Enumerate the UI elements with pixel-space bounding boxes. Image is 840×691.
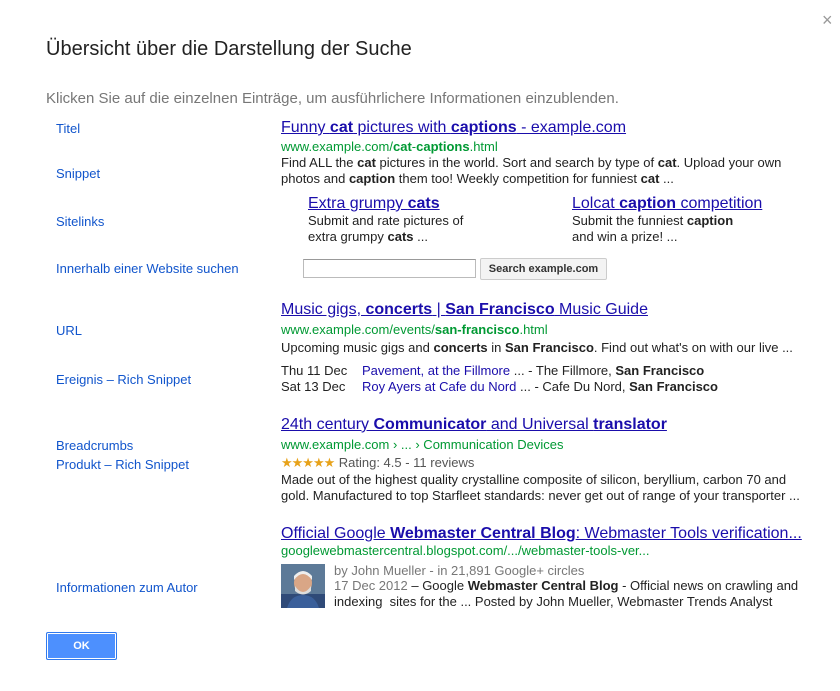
event-row: Thu 11 Dec Pavement, at the Fillmore ... … [281,363,705,378]
sitelink-extra-grumpy-cats: Extra grumpy cats Submit and rate pictur… [308,195,463,245]
label-site-search[interactable]: Innerhalb einer Website suchen [56,261,239,276]
result-url: www.example.com/events/san-francisco.htm… [281,322,548,337]
event-link[interactable]: Pavement, at the Fillmore [362,363,510,378]
label-sitelinks[interactable]: Sitelinks [56,214,104,229]
label-event-rich-snippet[interactable]: Ereignis – Rich Snippet [56,372,191,387]
result-title-webmaster-blog[interactable]: Official Google Webmaster Central Blog: … [281,525,802,543]
close-icon[interactable]: × [822,11,833,29]
author-photo-icon [281,564,325,608]
event-link[interactable]: Roy Ayers at Cafe du Nord [362,379,516,394]
result-title-funny-cat[interactable]: Funny cat pictures with captions - examp… [281,119,626,137]
sitelink-title[interactable]: Extra grumpy cats [308,195,463,213]
ok-button[interactable]: OK [46,632,117,660]
sitelink-desc: Submit the funniest caption and win a pr… [572,213,734,244]
label-url[interactable]: URL [56,323,82,338]
label-title[interactable]: Titel [56,121,80,136]
author-line: by John Mueller - in 21,891 Google+ circ… [334,563,585,578]
label-product-rich-snippet[interactable]: Produkt – Rich Snippet [56,457,189,472]
sitelink-title[interactable]: Lolcat caption competition [572,195,762,213]
label-snippet[interactable]: Snippet [56,166,100,181]
product-rating: ★★★★★ Rating: 4.5 - 11 reviews [281,454,474,472]
result-title-communicator[interactable]: 24th century Communicator and Universal … [281,416,667,434]
site-search-button[interactable]: Search example.com [480,258,607,280]
result-title-music-gigs[interactable]: Music gigs, concerts | San Francisco Mus… [281,301,648,319]
sitelink-lolcat-caption: Lolcat caption competition Submit the fu… [572,195,762,245]
label-breadcrumbs[interactable]: Breadcrumbs [56,438,133,453]
result-url: www.example.com/cat-captions.html [281,139,498,154]
dialog-subtitle: Klicken Sie auf die einzelnen Einträge, … [46,90,619,107]
result-url: googlewebmastercentral.blogspot.com/.../… [281,543,650,558]
rating-text: Rating: 4.5 - 11 reviews [338,455,475,470]
sitelink-desc: Submit and rate pictures of extra grumpy… [308,213,464,244]
result-snippet: Made out of the highest quality crystall… [281,472,800,503]
author-avatar[interactable] [281,564,325,608]
result-snippet: Upcoming music gigs and concerts in San … [281,340,793,355]
breadcrumb: www.example.com › ... › Communication De… [281,437,564,452]
event-row: Sat 13 Dec Roy Ayers at Cafe du Nord ... … [281,379,718,394]
site-search-input[interactable] [303,259,476,278]
result-snippet: 17 Dec 2012 – Google Webmaster Central B… [334,578,799,609]
star-rating-icon: ★★★★★ [281,455,335,470]
result-snippet: Find ALL the cat pictures in the world. … [281,155,782,186]
dialog-title: Übersicht über die Darstellung der Suche [46,38,412,60]
label-author-info[interactable]: Informationen zum Autor [56,580,198,595]
